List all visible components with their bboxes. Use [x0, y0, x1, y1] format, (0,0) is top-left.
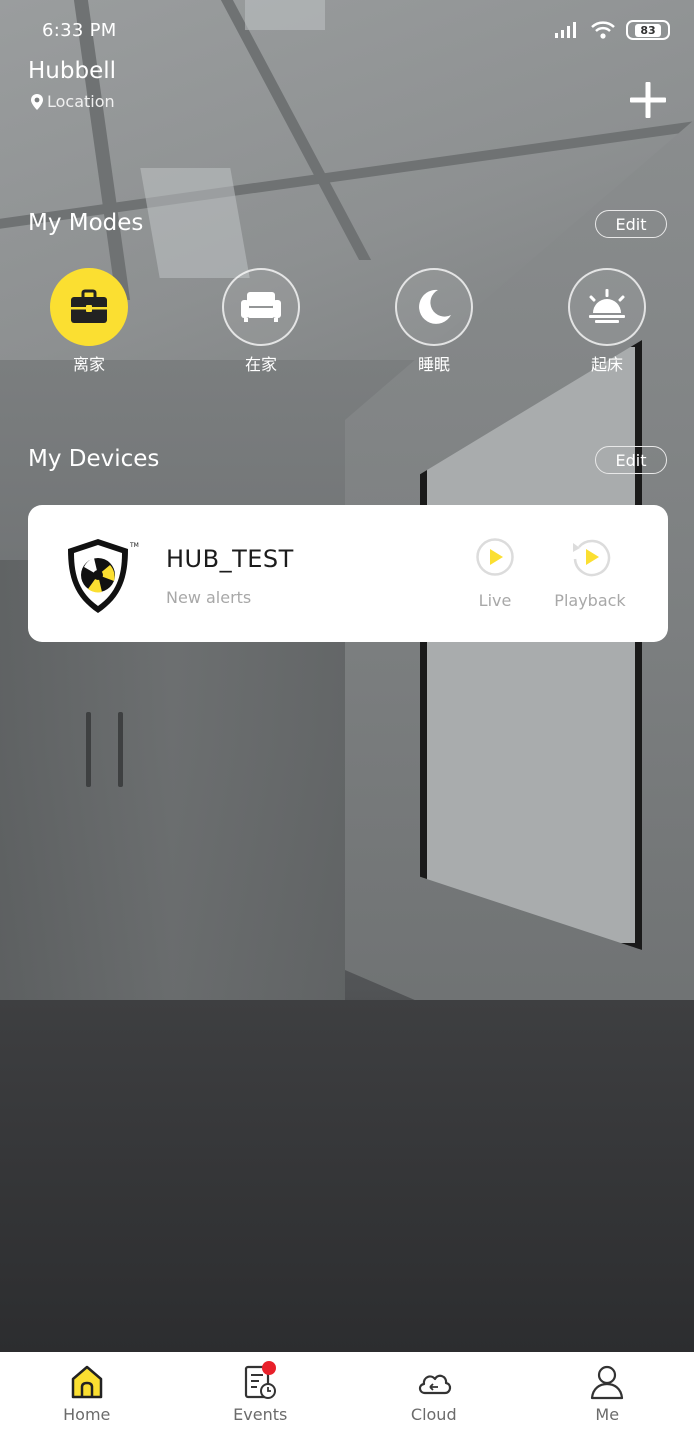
tab-events[interactable]: Events: [174, 1352, 348, 1434]
modes-title: My Modes: [28, 210, 144, 236]
sofa-icon: [241, 292, 281, 322]
battery-icon: 83: [626, 20, 670, 40]
mode-home[interactable]: 在家: [216, 268, 306, 375]
tab-label: Me: [595, 1405, 620, 1424]
tab-label: Cloud: [410, 1405, 457, 1424]
live-button[interactable]: Live: [473, 537, 517, 610]
moon-icon: [419, 289, 451, 324]
playback-icon: [573, 539, 611, 577]
wifi-icon: [591, 21, 615, 39]
mode-label: 离家: [72, 355, 105, 374]
tab-label: Events: [233, 1405, 288, 1424]
add-icon[interactable]: [626, 78, 670, 122]
status-bar: 6:33 PM 83: [0, 0, 694, 62]
location-label: Location: [47, 92, 115, 111]
person-icon: [591, 1365, 624, 1400]
mode-label: 在家: [244, 355, 277, 374]
device-name: HUB_TEST: [166, 545, 294, 573]
background-photo: [0, 0, 694, 1352]
play-icon: [476, 538, 514, 576]
tab-home[interactable]: Home: [0, 1352, 174, 1434]
mode-label: 睡眠: [417, 355, 450, 374]
home-icon: [71, 1365, 102, 1399]
tab-me[interactable]: Me: [521, 1352, 694, 1434]
tab-label: Home: [63, 1405, 111, 1424]
devices-edit-button[interactable]: Edit: [595, 446, 667, 474]
svg-text:TM: TM: [129, 542, 139, 549]
mode-away[interactable]: 离家: [44, 268, 134, 375]
location-pin-icon: [31, 93, 43, 110]
mode-label: 起床: [590, 355, 623, 374]
modes-edit-button[interactable]: Edit: [595, 210, 667, 238]
live-label: Live: [478, 591, 512, 610]
playback-label: Playback: [554, 591, 626, 610]
devices-title: My Devices: [28, 446, 160, 472]
device-status: New alerts: [166, 588, 252, 607]
tab-cloud[interactable]: Cloud: [347, 1352, 521, 1434]
device-card[interactable]: TM HUB_TEST New alerts Live Playback: [28, 505, 668, 642]
signal-icon: [555, 22, 576, 38]
location-link[interactable]: Location: [30, 92, 115, 111]
playback-button[interactable]: Playback: [550, 537, 630, 610]
mode-wake[interactable]: 起床: [562, 268, 652, 375]
hubbell-shield-logo: TM: [68, 539, 139, 613]
cloud-icon: [418, 1374, 451, 1395]
events-icon: [240, 1361, 280, 1401]
battery-level: 83: [635, 23, 661, 37]
home-title: Hubbell: [28, 58, 117, 84]
sunrise-icon: [589, 289, 625, 323]
briefcase-icon: [71, 289, 107, 323]
status-time: 6:33 PM: [42, 20, 117, 41]
mode-sleep[interactable]: 睡眠: [389, 268, 479, 375]
bottom-tab-bar: Home Events Cloud Me: [0, 1352, 694, 1434]
